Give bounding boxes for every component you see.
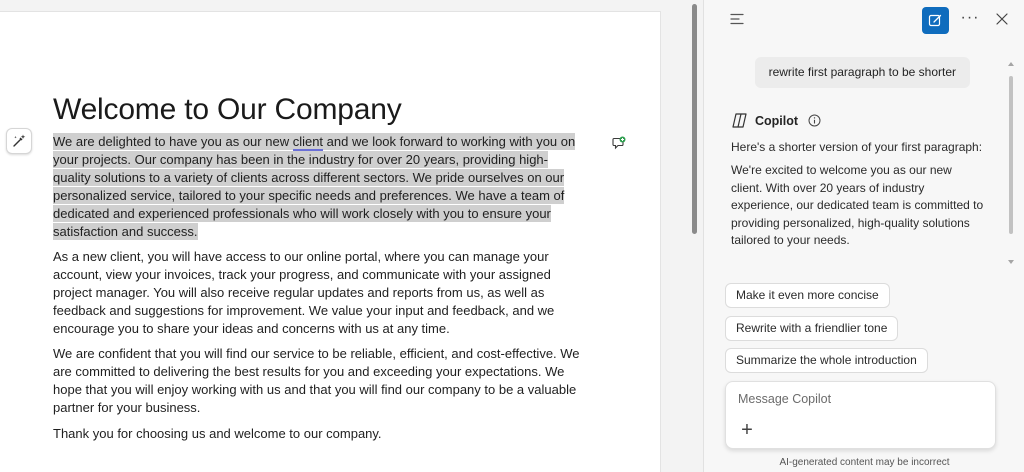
info-icon[interactable]	[808, 114, 821, 127]
response-body[interactable]: We're excited to welcome you as our new …	[731, 162, 986, 250]
copilot-logo-icon	[732, 113, 747, 128]
suggestion-chip[interactable]: Rewrite with a friendlier tone	[725, 316, 899, 341]
new-chat-button[interactable]	[922, 7, 949, 34]
user-message: rewrite first paragraph to be shorter	[754, 57, 970, 88]
pane-toolbar: ···	[704, 0, 1024, 40]
pane-scrollbar[interactable]	[1008, 62, 1014, 264]
document-area: Welcome to Our Company We are delighted …	[0, 0, 690, 472]
paragraph-3[interactable]: We are confident that you will find our …	[53, 345, 583, 417]
paragraph-1-text-start: We are delighted to have you as our new	[53, 134, 293, 149]
copilot-header: Copilot	[731, 112, 821, 129]
copilot-pane: ··· rewrite first paragraph to be shorte…	[703, 0, 1024, 472]
hamburger-icon[interactable]	[730, 13, 744, 25]
ai-disclaimer: AI-generated content may be incorrect	[779, 457, 950, 468]
comment-add-icon[interactable]	[612, 136, 626, 150]
scroll-up-arrow-icon[interactable]	[1008, 62, 1014, 66]
paragraph-1[interactable]: We are delighted to have you as our new …	[53, 133, 583, 241]
message-input[interactable]	[738, 392, 978, 406]
new-chat-icon	[928, 14, 942, 27]
spelling-underlined-word[interactable]: client	[292, 134, 324, 151]
message-composer: +	[725, 381, 996, 449]
document-title[interactable]: Welcome to Our Company	[53, 93, 402, 127]
rewrite-button[interactable]	[6, 128, 32, 154]
paragraph-4[interactable]: Thank you for choosing us and welcome to…	[53, 425, 583, 443]
paragraph-2[interactable]: As a new client, you will have access to…	[53, 248, 583, 338]
selected-text[interactable]: We are delighted to have you as our new …	[53, 133, 576, 240]
scroll-down-arrow-icon[interactable]	[1008, 260, 1014, 264]
suggestion-chip[interactable]: Summarize the whole introduction	[725, 348, 928, 373]
pen-sparkle-icon	[13, 134, 26, 147]
plus-icon[interactable]: +	[739, 420, 755, 440]
scroll-thumb[interactable]	[1009, 76, 1013, 234]
more-icon[interactable]: ···	[960, 10, 980, 30]
close-icon[interactable]	[994, 11, 1010, 27]
document-scrollbar[interactable]	[692, 4, 697, 234]
copilot-name: Copilot	[755, 113, 799, 128]
response-intro: Here's a shorter version of your first p…	[731, 140, 983, 154]
suggestion-chip[interactable]: Make it even more concise	[725, 283, 890, 308]
